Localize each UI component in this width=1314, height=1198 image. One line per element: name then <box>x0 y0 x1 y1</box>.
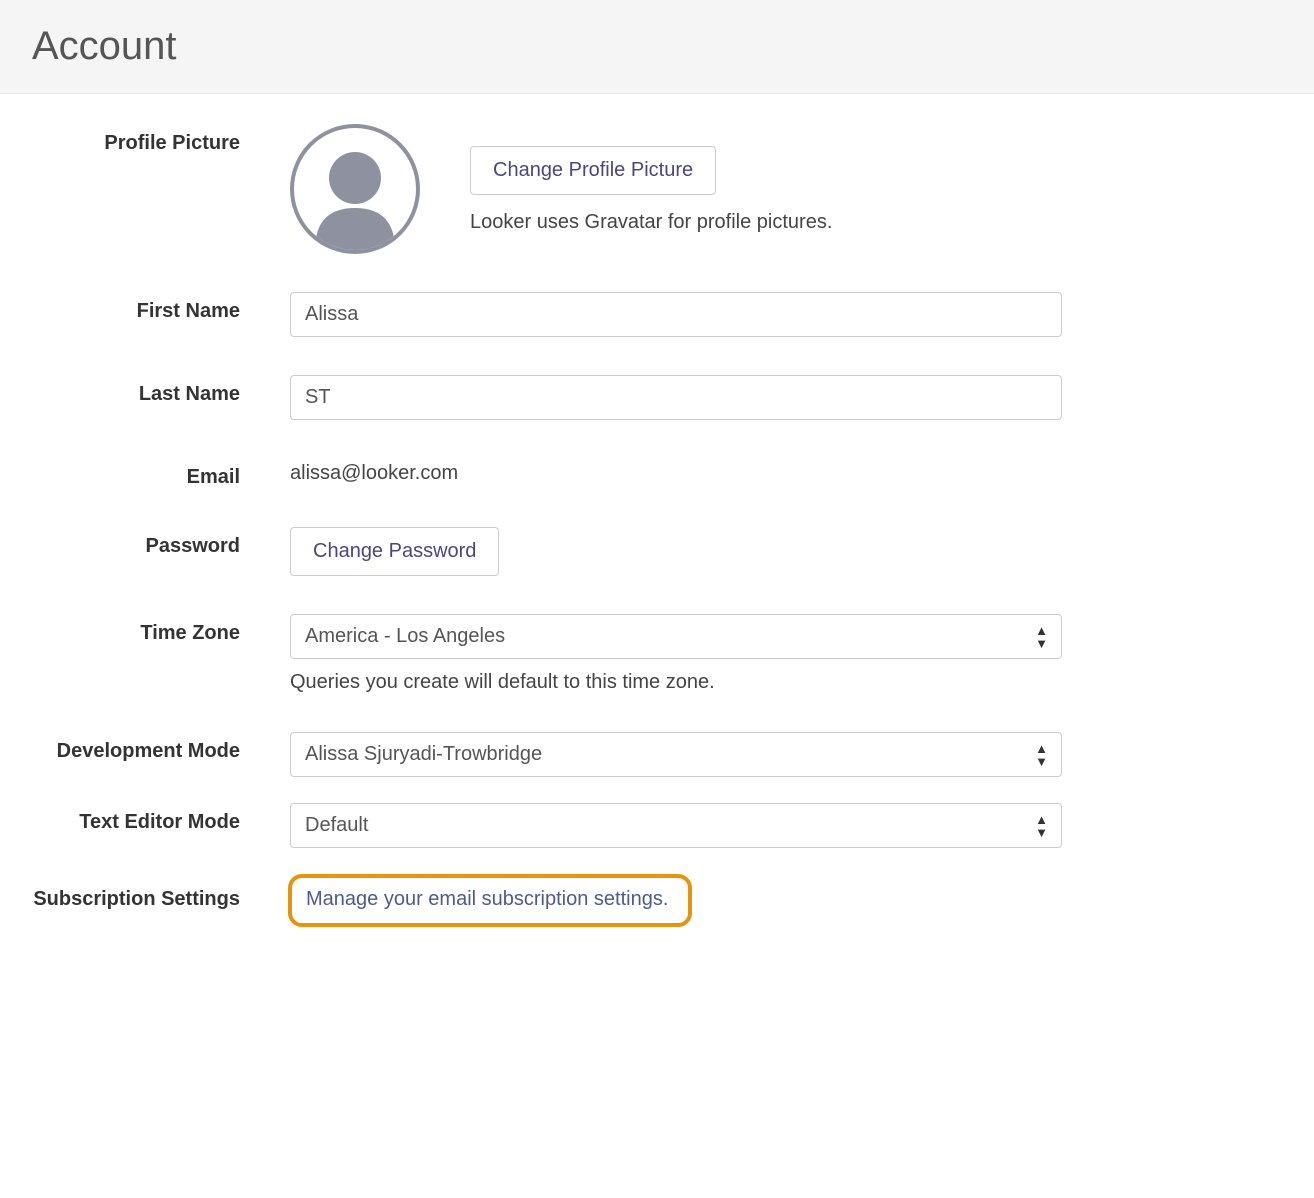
text-editor-mode-row: Text Editor Mode Default ▲▼ <box>32 803 1282 848</box>
subscription-settings-row: Subscription Settings Manage your email … <box>32 874 1282 927</box>
change-profile-picture-button[interactable]: Change Profile Picture <box>470 146 716 195</box>
first-name-label: First Name <box>32 292 290 323</box>
account-form: Profile Picture Change Profile Picture L… <box>0 94 1314 977</box>
first-name-row: First Name <box>32 292 1282 337</box>
development-mode-select[interactable]: Alissa Sjuryadi-Trowbridge <box>290 732 1062 777</box>
avatar <box>290 124 420 254</box>
email-value: alissa@looker.com <box>290 458 1062 485</box>
time-zone-select[interactable]: America - Los Angeles <box>290 614 1062 659</box>
development-mode-row: Development Mode Alissa Sjuryadi-Trowbri… <box>32 732 1282 777</box>
text-editor-mode-select[interactable]: Default <box>290 803 1062 848</box>
profile-picture-helper: Looker uses Gravatar for profile picture… <box>470 211 832 234</box>
email-row: Email alissa@looker.com <box>32 458 1282 489</box>
password-row: Password Change Password <box>32 527 1282 576</box>
subscription-settings-label: Subscription Settings <box>32 874 290 911</box>
page-title: Account <box>32 24 1282 69</box>
profile-picture-row: Profile Picture Change Profile Picture L… <box>32 124 1282 254</box>
avatar-placeholder-icon <box>305 138 405 250</box>
subscription-highlight: Manage your email subscription settings. <box>288 874 692 927</box>
time-zone-label: Time Zone <box>32 614 290 645</box>
last-name-input[interactable] <box>290 375 1062 420</box>
manage-subscription-link[interactable]: Manage your email subscription settings. <box>306 888 668 910</box>
time-zone-row: Time Zone America - Los Angeles ▲▼ Queri… <box>32 614 1282 694</box>
change-password-button[interactable]: Change Password <box>290 527 499 576</box>
email-label: Email <box>32 458 290 489</box>
time-zone-helper: Queries you create will default to this … <box>290 671 1062 694</box>
development-mode-label: Development Mode <box>32 732 290 763</box>
page-header: Account <box>0 0 1314 94</box>
profile-picture-label: Profile Picture <box>32 124 290 155</box>
last-name-row: Last Name <box>32 375 1282 420</box>
password-label: Password <box>32 527 290 558</box>
text-editor-mode-label: Text Editor Mode <box>32 803 290 834</box>
last-name-label: Last Name <box>32 375 290 406</box>
first-name-input[interactable] <box>290 292 1062 337</box>
